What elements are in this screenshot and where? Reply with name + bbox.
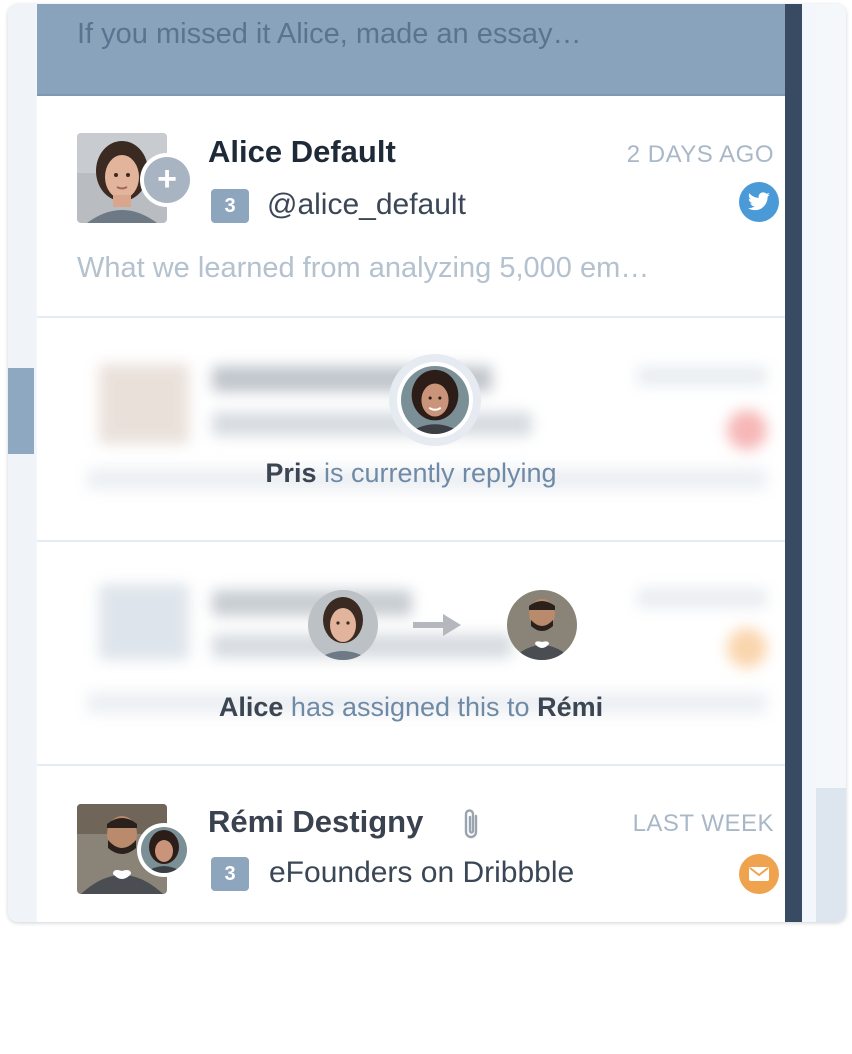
email-icon	[739, 854, 779, 894]
conversation-list-card: If you missed it Alice, made an essay… +…	[8, 4, 846, 922]
attachment-icon	[464, 809, 478, 839]
conversation-list: If you missed it Alice, made an essay… +…	[37, 4, 785, 922]
right-rail	[816, 4, 846, 922]
conversation-subject: eFounders on Dribbble	[269, 856, 575, 889]
assigner-avatar	[308, 590, 378, 660]
contact-handle: @alice_default	[267, 188, 466, 221]
assignee-name: Rémi	[537, 692, 604, 722]
contact-name: Alice Default	[208, 134, 396, 169]
message-count-badge: 3	[211, 857, 249, 891]
assignment-notice: Alice has assigned this to Rémi	[37, 692, 785, 723]
replying-notice: Pris is currently replying	[37, 458, 785, 489]
conversation-row[interactable]: Rémi Destigny LAST WEEK 3 eFounders on D…	[37, 766, 785, 922]
left-rail	[8, 4, 36, 922]
message-preview: What we learned from analyzing 5,000 em…	[77, 252, 650, 284]
contact-name: Rémi Destigny	[208, 804, 424, 839]
arrow-right-icon	[413, 614, 461, 636]
twitter-icon	[739, 182, 779, 222]
message-count-badge: 3	[211, 189, 249, 223]
timestamp: 2 DAYS AGO	[626, 141, 774, 168]
blurred-conversation	[37, 542, 785, 764]
conversation-row[interactable]: + Alice Default 2 DAYS AGO 3 @alice_defa…	[37, 96, 785, 318]
left-rail-handle[interactable]	[8, 368, 34, 454]
assigner-name: Alice	[218, 692, 284, 722]
assignee-mini-avatar	[137, 823, 191, 877]
conversation-row[interactable]: Alice has assigned this to Rémi	[37, 542, 785, 766]
scrollbar-thumb[interactable]	[785, 4, 802, 922]
conversation-row[interactable]: Pris is currently replying	[37, 318, 785, 542]
replying-user-name: Pris	[265, 458, 317, 488]
right-rail-track[interactable]	[816, 788, 846, 922]
replying-user-avatar	[389, 354, 481, 446]
missed-banner[interactable]: If you missed it Alice, made an essay…	[37, 4, 785, 96]
plus-icon: +	[144, 157, 190, 203]
add-contact-button[interactable]: +	[140, 153, 194, 207]
assignee-avatar	[507, 590, 577, 660]
replying-message: is currently replying	[323, 458, 557, 488]
timestamp: LAST WEEK	[632, 810, 774, 837]
banner-text: If you missed it Alice, made an essay…	[77, 18, 582, 50]
assignment-message: has assigned this to	[290, 692, 530, 722]
